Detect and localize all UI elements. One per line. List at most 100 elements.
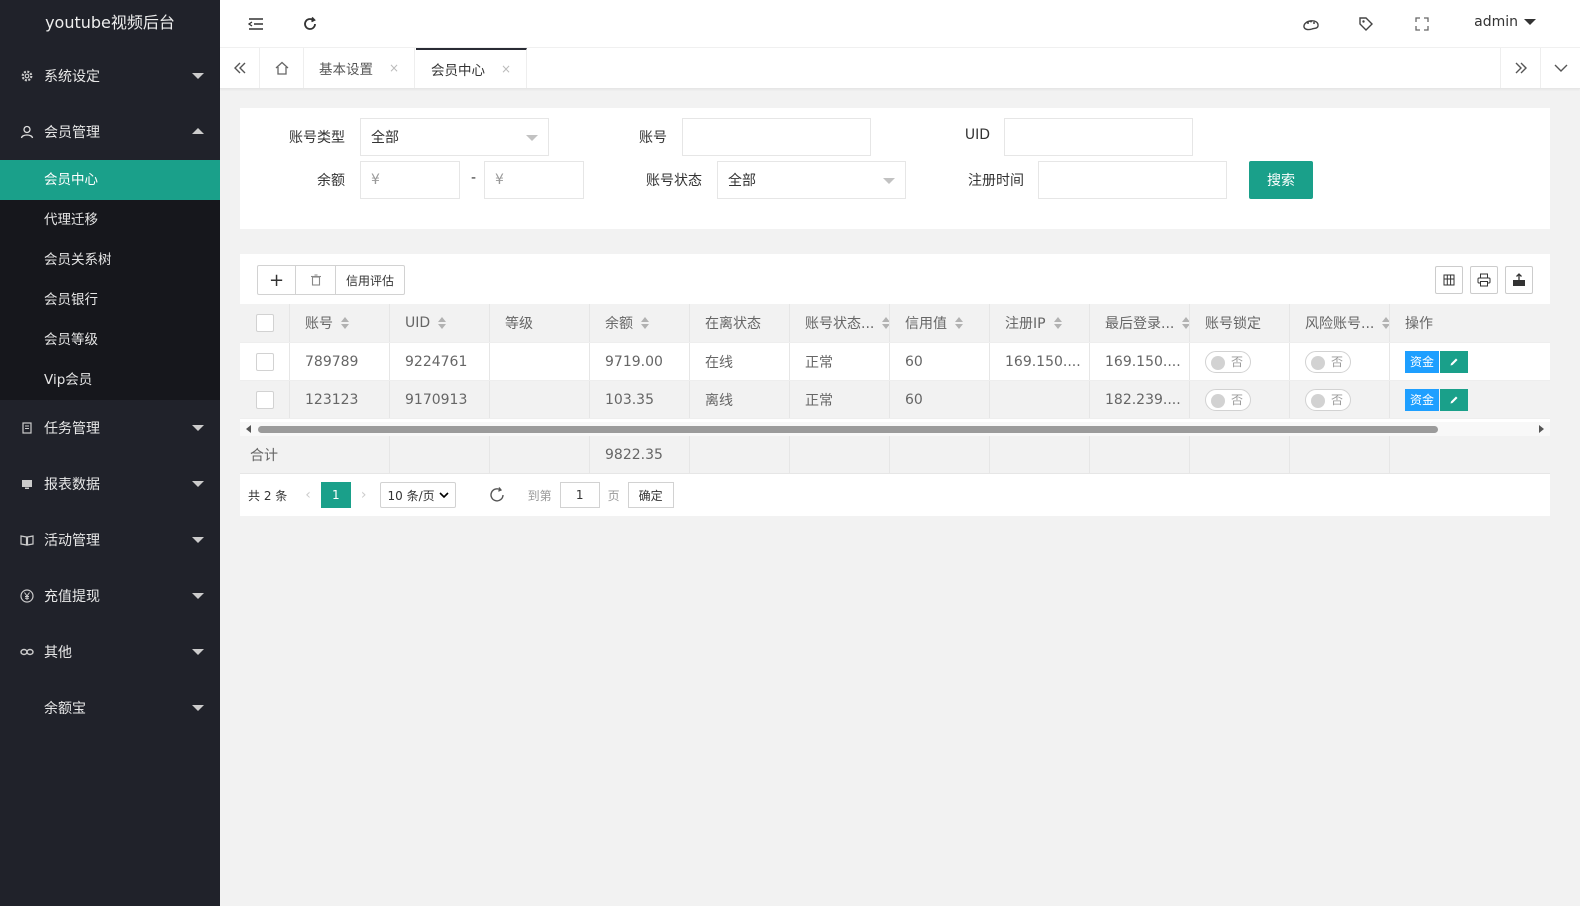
goto-confirm-button[interactable]: 确定 <box>627 482 674 508</box>
col-level: 等级 <box>490 304 590 342</box>
member-submenu: 会员中心 代理迁移 会员关系树 会员银行 会员等级 Vip会员 <box>0 160 220 400</box>
tab-basic-settings[interactable]: 基本设置 × <box>304 48 416 88</box>
tab-member-center[interactable]: 会员中心 × <box>416 48 528 88</box>
sidebar-item-vip-member[interactable]: Vip会员 <box>0 360 220 400</box>
fullscreen-icon[interactable] <box>1412 14 1432 34</box>
page-size-select[interactable]: 10 条/页 <box>380 482 456 508</box>
sidebar-item-member-center[interactable]: 会员中心 <box>0 160 220 200</box>
sort-icon[interactable] <box>341 317 349 329</box>
sort-icon[interactable] <box>882 317 889 329</box>
pager-refresh-icon[interactable] <box>488 486 506 504</box>
search-button[interactable]: 搜索 <box>1249 161 1313 199</box>
col-account-status[interactable]: 账号状态... <box>790 304 890 342</box>
goto-page-input[interactable]: 1 <box>559 482 600 508</box>
page-button-current[interactable]: 1 <box>320 482 351 508</box>
col-register-ip[interactable]: 注册IP <box>990 304 1090 342</box>
home-icon[interactable] <box>260 48 304 88</box>
credit-eval-button[interactable]: 信用评估 <box>336 266 404 294</box>
cell-online: 在线 <box>690 343 790 380</box>
menu-fold-icon[interactable] <box>246 14 266 34</box>
fund-button[interactable]: 资金 <box>1405 350 1440 373</box>
scroll-right-arrow-icon[interactable] <box>1539 425 1544 433</box>
cell-last-login: 182.239.... <box>1090 381 1190 418</box>
chevron-down-icon <box>192 705 204 711</box>
nav-item-report-data[interactable]: 报表数据 <box>0 456 220 512</box>
sort-icon[interactable] <box>438 317 447 329</box>
lock-switch[interactable]: 否 <box>1205 388 1251 411</box>
sort-icon[interactable] <box>641 317 649 329</box>
nav-label: 充值提现 <box>44 589 100 605</box>
nav-item-system-settings[interactable]: 系统设定 <box>0 48 220 104</box>
total-balance: 9822.35 <box>590 436 690 473</box>
columns-icon[interactable] <box>1435 266 1463 294</box>
nav-item-yuebao[interactable]: 余额宝 <box>0 680 220 736</box>
nav-item-activity-management[interactable]: 活动管理 <box>0 512 220 568</box>
sort-icon[interactable] <box>1053 317 1062 329</box>
register-time-input[interactable] <box>1038 161 1227 199</box>
scroll-thumb[interactable] <box>258 426 1438 433</box>
row-checkbox[interactable] <box>256 390 274 409</box>
data-table: 账号 UID 等级 余额 在离状态 账号状态... 信用值 注册IP 最后登录.… <box>240 304 1550 419</box>
scroll-left-arrow-icon[interactable] <box>246 425 251 433</box>
nav-item-other[interactable]: 其他 <box>0 624 220 680</box>
prev-page-icon[interactable]: ‹ <box>305 487 311 503</box>
col-balance[interactable]: 余额 <box>590 304 690 342</box>
select-all-checkbox[interactable] <box>256 314 274 332</box>
account-status-select[interactable]: 全部 <box>717 161 906 199</box>
sidebar-item-member-level[interactable]: 会员等级 <box>0 320 220 360</box>
pencil-icon <box>1450 396 1458 403</box>
table-panel: + 信用评估 账号 UID 等级 余额 在离状态 账号状态... 信用值 注册I… <box>240 254 1550 516</box>
tab-scroll-left-icon[interactable] <box>220 48 260 88</box>
print-icon[interactable] <box>1470 266 1498 294</box>
chevron-up-icon <box>192 128 204 134</box>
total-row: 合计 9822.35 <box>240 436 1550 474</box>
caret-down-icon <box>1524 19 1536 25</box>
nav-item-member-management[interactable]: 会员管理 <box>0 104 220 160</box>
cell-credit: 60 <box>890 343 990 380</box>
sort-icon[interactable] <box>1382 317 1389 329</box>
uid-input[interactable] <box>1004 118 1193 156</box>
tag-icon[interactable] <box>1356 14 1376 34</box>
nav-item-recharge-withdraw[interactable]: 充值提现 <box>0 568 220 624</box>
fund-button[interactable]: 资金 <box>1405 388 1440 411</box>
sort-icon[interactable] <box>1182 317 1189 329</box>
sidebar-item-member-tree[interactable]: 会员关系树 <box>0 240 220 280</box>
user-menu[interactable]: admin <box>1474 14 1536 30</box>
palette-icon[interactable] <box>1301 14 1321 34</box>
edit-button[interactable] <box>1440 350 1469 373</box>
col-account[interactable]: 账号 <box>290 304 390 342</box>
account-type-select[interactable]: 全部 <box>360 118 549 156</box>
col-risk-account[interactable]: 风险账号... <box>1290 304 1390 342</box>
add-button[interactable]: + <box>258 266 296 294</box>
chevron-down-icon <box>192 593 204 599</box>
delete-button[interactable] <box>296 266 336 294</box>
next-page-icon[interactable]: › <box>361 487 367 503</box>
col-credit[interactable]: 信用值 <box>890 304 990 342</box>
row-checkbox[interactable] <box>256 352 274 371</box>
tab-scroll-right-icon[interactable] <box>1500 48 1540 88</box>
col-uid[interactable]: UID <box>390 304 490 342</box>
risk-switch[interactable]: 否 <box>1305 350 1351 373</box>
search-panel: 账号类型 全部 账号 UID 余额 ¥ - ¥ 账号状态 全部 注册时间 搜索 <box>240 108 1550 229</box>
export-icon[interactable] <box>1505 266 1533 294</box>
lock-switch[interactable]: 否 <box>1205 350 1251 373</box>
sidebar-item-member-bank[interactable]: 会员银行 <box>0 280 220 320</box>
chevron-down-icon <box>192 425 204 431</box>
balance-max-input[interactable]: ¥ <box>484 161 584 199</box>
risk-switch[interactable]: 否 <box>1305 388 1351 411</box>
tab-menu-chevron-down-icon[interactable] <box>1540 48 1580 88</box>
close-icon[interactable]: × <box>389 61 399 75</box>
tab-label: 会员中心 <box>431 63 485 79</box>
goto-label: 到第 <box>527 488 552 503</box>
edit-button[interactable] <box>1440 388 1469 411</box>
account-input[interactable] <box>682 118 871 156</box>
close-icon[interactable]: × <box>501 62 511 76</box>
sort-icon[interactable] <box>955 317 963 329</box>
sidebar-item-agent-migration[interactable]: 代理迁移 <box>0 200 220 240</box>
horizontal-scrollbar[interactable] <box>240 422 1550 436</box>
nav-item-task-management[interactable]: 任务管理 <box>0 400 220 456</box>
balance-min-input[interactable]: ¥ <box>360 161 460 199</box>
col-last-login[interactable]: 最后登录... <box>1090 304 1190 342</box>
refresh-icon[interactable] <box>300 14 320 34</box>
nav-label: 余额宝 <box>44 701 86 717</box>
